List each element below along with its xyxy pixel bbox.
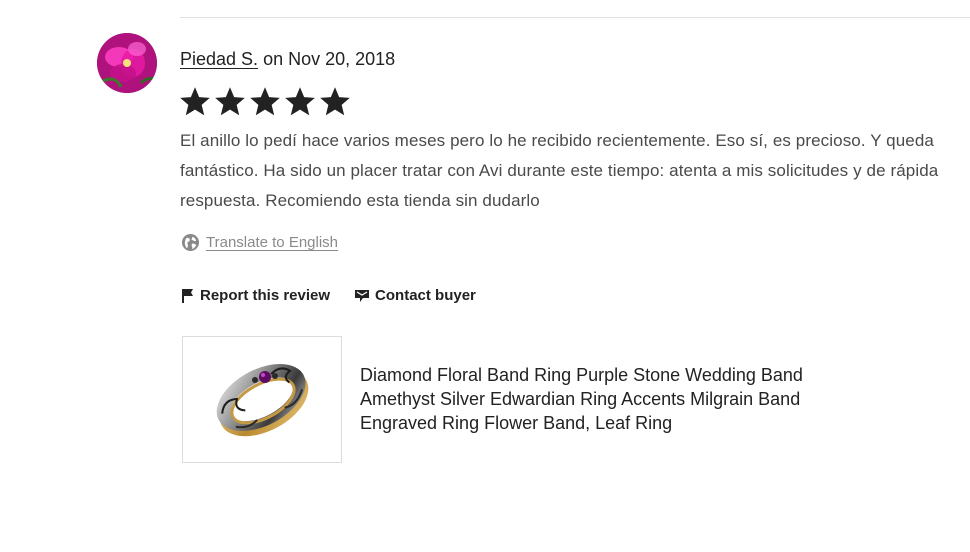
review-actions: Report this review Contact buyer <box>181 287 476 304</box>
review-text: El anillo lo pedí hace varios meses pero… <box>180 131 939 210</box>
reviewer-name-link[interactable]: Piedad S. <box>180 49 258 69</box>
star-icon <box>249 86 281 117</box>
ring-image <box>216 364 309 437</box>
listing-thumbnail[interactable] <box>182 336 342 463</box>
star-icon <box>179 86 211 117</box>
translate-link[interactable]: Translate to English <box>181 233 338 252</box>
flag-icon <box>182 288 193 303</box>
review-date: on Nov 20, 2018 <box>263 49 396 69</box>
avatar-flower-icon <box>97 33 157 93</box>
avatar[interactable] <box>97 33 157 93</box>
star-icon <box>319 86 351 117</box>
report-review-button[interactable]: Report this review <box>181 287 330 304</box>
top-divider <box>180 17 970 18</box>
star-icon <box>284 86 316 117</box>
reviewer-line: Piedad S. on Nov 20, 2018 <box>180 48 395 70</box>
message-bubble-icon <box>355 289 370 302</box>
star-rating <box>179 86 351 117</box>
star-icon <box>214 86 246 117</box>
contact-buyer-button[interactable]: Contact buyer <box>354 287 476 304</box>
contact-buyer-label: Contact buyer <box>375 287 476 304</box>
globe-icon <box>181 233 200 252</box>
report-review-label: Report this review <box>200 287 331 304</box>
listing-title-link[interactable]: Diamond Floral Band Ring Purple Stone We… <box>360 363 840 435</box>
translate-label: Translate to English <box>206 234 339 251</box>
